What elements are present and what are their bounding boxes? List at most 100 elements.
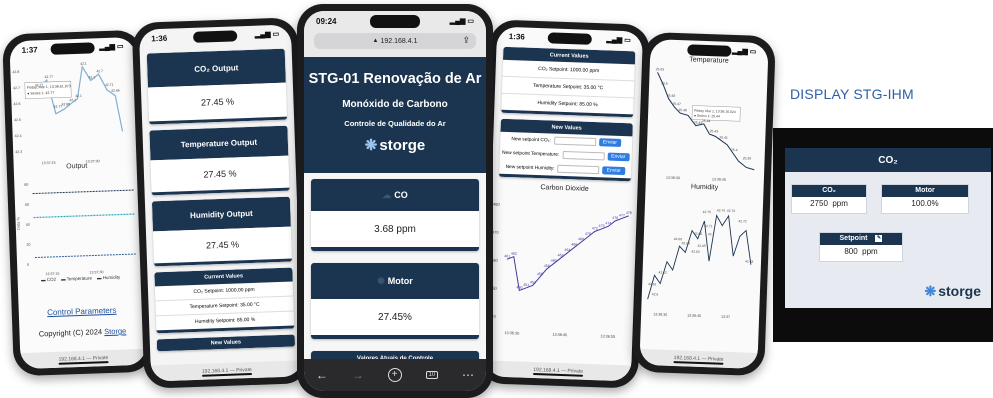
hmi-setpoint-box[interactable]: Setpoint ✎ 800 ppm xyxy=(819,232,903,262)
point-label: 42.75 xyxy=(703,210,712,214)
url-bar[interactable]: 192.168.4.1 — Private xyxy=(484,360,632,382)
co-value: 3.68 ppm xyxy=(311,211,479,247)
share-icon[interactable]: ⇪ xyxy=(462,35,470,46)
status-time: 1:36 xyxy=(508,31,525,42)
legend-humidity[interactable]: ▬ Humidity xyxy=(97,275,120,281)
phone-outputs: 1:36 ▂▄▆ ▭ CO₂ Output 27.45 % Temperatur… xyxy=(131,17,311,389)
browser-toolbar: ← → + 10 ⋯ xyxy=(304,359,486,391)
card-title: ☁ CO xyxy=(311,179,479,211)
new-temp-input[interactable] xyxy=(562,150,605,161)
point-label: 42.65 xyxy=(697,244,706,248)
browser-top-bar: 09:24 ▂▄▆ ▭ ▲ 192.168.4.1 ⇪ xyxy=(304,11,486,57)
series-humidity-line xyxy=(32,189,135,195)
back-icon[interactable]: ← xyxy=(316,368,328,382)
storge-mark-icon: ❋ xyxy=(364,137,378,154)
new-tab-icon[interactable]: + xyxy=(387,368,402,382)
card-footer xyxy=(311,247,479,251)
hero-subtitle: Monóxido de Carbono xyxy=(342,99,448,110)
y-tick-label: 42.3 xyxy=(15,150,22,154)
send-co2-button[interactable]: Enviar xyxy=(598,138,622,147)
hero-banner: STG-01 Renovação de Ar Monóxido de Carbo… xyxy=(304,57,486,173)
status-time: 09:24 xyxy=(316,16,337,26)
point-label: 451 xyxy=(523,283,529,287)
point-label: 42.66 xyxy=(111,88,120,92)
dynamic-island xyxy=(547,32,592,45)
point-label: 42.62 xyxy=(659,270,668,274)
point-label: 461 xyxy=(504,254,510,258)
card-title: ✺ Motor xyxy=(311,263,479,299)
x-axis-ticks: 13:36:30 13:36:45 13:37 xyxy=(653,312,730,319)
point-label: 25.44 xyxy=(702,119,711,123)
hmi-setpoint-label: Setpoint ✎ xyxy=(820,233,902,245)
more-icon[interactable]: ⋯ xyxy=(462,368,474,382)
copyright-text: Copyright (C) 2024 Storge xyxy=(38,326,127,339)
x-tick-label: 13:36:45 xyxy=(687,313,701,317)
point-label: 458 xyxy=(544,264,550,268)
legend-temperature[interactable]: ▬ Temperature xyxy=(61,276,92,282)
card-title: Humidity Output xyxy=(151,196,291,232)
humidity-output-card: Humidity Output 27.45 % xyxy=(151,196,293,267)
address-text: 192.168.4.1 xyxy=(380,37,418,45)
url-bar[interactable]: 192.168.4.1 — Private xyxy=(639,348,758,369)
y-tick-label: 20 xyxy=(26,243,30,247)
address-bar[interactable]: ▲ 192.168.4.1 ⇪ xyxy=(314,33,476,49)
point-label: 478 xyxy=(626,211,632,215)
point-label: 25.39 xyxy=(743,156,752,160)
hmi-co2-label: CO₂ xyxy=(792,185,866,197)
dynamic-island xyxy=(370,15,420,28)
url-bar[interactable]: 192.168.4.1 — Private xyxy=(20,348,147,370)
point-labels: 42.75 42.74 42.7342.7242.7142.742.6942.684… xyxy=(648,208,754,296)
phone-screen: 1:36 ▂▄▆ ▭ CO₂ Output 27.45 % Temperatur… xyxy=(138,24,304,382)
point-label: 25.48 xyxy=(667,94,676,98)
control-parameters-link[interactable]: Control Parameters xyxy=(19,305,145,318)
x-tick-label: 13:36:45 xyxy=(712,177,726,181)
y-tick-label: 42.8 xyxy=(12,70,19,74)
send-hum-button[interactable]: Enviar xyxy=(602,166,625,176)
new-co2-input[interactable] xyxy=(553,136,596,147)
motor-value: 27.45% xyxy=(311,299,479,335)
hero-title: STG-01 Renovação de Ar xyxy=(308,71,482,87)
signal-icons: ▂▄▆ ▭ xyxy=(731,47,757,56)
co-card: ☁ CO 3.68 ppm xyxy=(311,179,479,251)
point-labels: 4614624504514524554584604624644664684704… xyxy=(504,211,632,290)
storge-mark-icon: ❋ xyxy=(924,283,937,299)
legend-co2[interactable]: ▬ CO2 xyxy=(41,277,56,283)
point-label: 468 xyxy=(578,237,584,241)
point-label: 25.47 xyxy=(672,102,681,106)
tabs-icon[interactable]: 10 xyxy=(425,371,439,379)
point-label: 42.7 xyxy=(708,232,715,236)
y-tick-label: 480 xyxy=(493,202,501,207)
card-value: 27.45 % xyxy=(147,82,288,122)
send-temp-button[interactable]: Enviar xyxy=(607,152,630,162)
hmi-motor-value: 100.0% xyxy=(911,199,939,208)
point-label: 42.1 xyxy=(89,75,96,79)
point-label: 42.72 xyxy=(738,219,747,223)
humidity-series-line xyxy=(647,214,752,300)
new-hum-input[interactable] xyxy=(557,164,600,175)
temperature-output-card: Temperature Output 27.45 % xyxy=(149,125,290,196)
x-tick-label: 13:36:55 xyxy=(600,334,615,339)
x-tick-label: 13:36:30 xyxy=(504,331,519,336)
x-tick-label: 13:37:30 xyxy=(89,270,103,274)
point-label: 42.63 xyxy=(745,259,754,263)
point-label: 452 xyxy=(530,280,536,284)
point-label: 476 xyxy=(612,216,618,220)
storge-link[interactable]: Storge xyxy=(104,326,126,336)
y-tick-label: 80 xyxy=(24,183,28,187)
card-value: 27.45 % xyxy=(150,155,290,193)
point-label: 42.77 xyxy=(35,83,44,87)
phone-setpoints: 1:36 ▂▄▆ ▭ Current Values CO₂ Setpoint: … xyxy=(477,19,651,389)
hmi-motor-box: Motor 100.0% xyxy=(881,184,969,214)
y-tick-label: 42.6 xyxy=(13,102,20,106)
series-co2-line xyxy=(34,253,137,259)
point-label: 474 xyxy=(605,221,611,225)
forward-icon[interactable]: → xyxy=(352,368,364,382)
series-temperature-line xyxy=(33,213,136,219)
temperature-line-chart: Friday, Mar 1, 13:36:16.024 ● Series 1: … xyxy=(656,67,755,182)
y-axis-ticks: 80 60 40 20 0 xyxy=(24,183,30,267)
composite-stage: 1:37 ▂▄▆ ▭ 42.8 42.7 42.6 42.5 42.4 42.3 Frid… xyxy=(0,0,993,398)
point-label: 42.71 xyxy=(704,224,713,228)
edit-icon[interactable]: ✎ xyxy=(875,234,883,242)
phone-screen: 09:24 ▂▄▆ ▭ ▲ 192.168.4.1 ⇪ STG-01 Renov… xyxy=(304,11,486,391)
url-bar[interactable]: 192.168.4.1 — Private xyxy=(150,360,304,382)
